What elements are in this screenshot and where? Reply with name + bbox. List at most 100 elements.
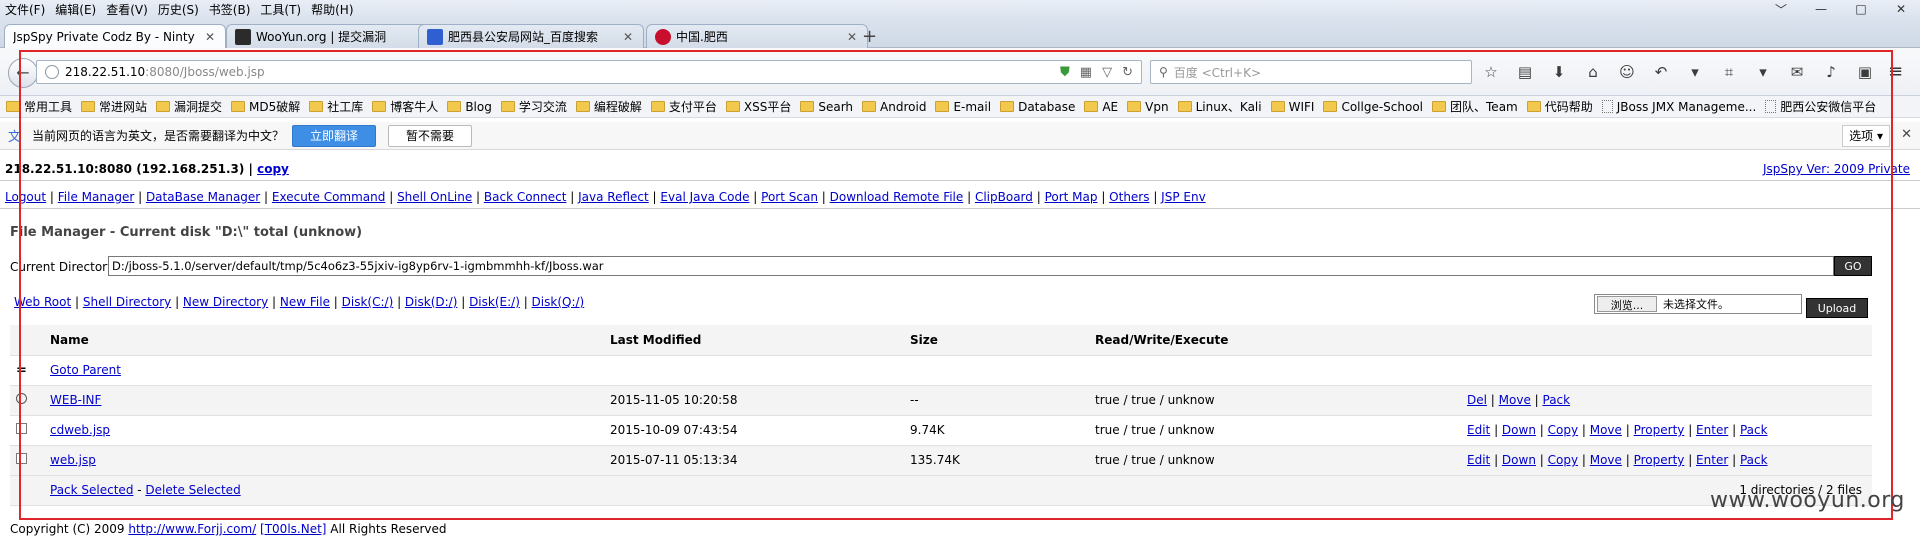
bookmark-item[interactable]: 肥西公安微信平台 <box>1765 98 1876 115</box>
action-enter-link[interactable]: Enter <box>1696 453 1728 467</box>
file-name-link[interactable]: web.jsp <box>50 453 96 467</box>
tab-jspspy[interactable]: JspSpy Private Codz By - Ninty ✕ <box>4 24 226 49</box>
action-copy-link[interactable]: Copy <box>1548 453 1578 467</box>
bookmark-item[interactable]: WIFI <box>1270 100 1314 114</box>
translate-now-button[interactable]: 立即翻译 <box>292 124 377 147</box>
bookmark-item[interactable]: Linux、Kali <box>1177 98 1262 115</box>
bookmark-item[interactable]: 常用工具 <box>6 98 72 115</box>
delete-selected-link[interactable]: Delete Selected <box>145 483 240 497</box>
nav-link-others[interactable]: Others <box>1109 190 1149 204</box>
menu-file[interactable]: 文件(F) <box>0 1 50 18</box>
search-bar[interactable]: ⚲ 百度 <Ctrl+K> <box>1150 60 1472 84</box>
shield-icon[interactable]: ⛊ <box>1060 65 1070 80</box>
menu-edit[interactable]: 编辑(E) <box>50 1 101 18</box>
dir-link-disk-d[interactable]: Disk(D:/) <box>405 295 457 309</box>
action-enter-link[interactable]: Enter <box>1696 423 1728 437</box>
dir-link-web-root[interactable]: Web Root <box>14 295 71 309</box>
nav-link-execute-command[interactable]: Execute Command <box>272 190 385 204</box>
pack-selected-link[interactable]: Pack Selected <box>50 483 133 497</box>
bookmark-item[interactable]: Searh <box>800 100 853 114</box>
nav-link-file-manager[interactable]: File Manager <box>58 190 135 204</box>
browse-button[interactable]: 浏览... <box>1597 296 1657 312</box>
close-window-button[interactable]: ✕ <box>1888 2 1914 16</box>
close-icon[interactable]: ✕ <box>621 30 635 44</box>
menu-history[interactable]: 历史(S) <box>153 1 204 18</box>
bookmark-item[interactable]: 漏洞提交 <box>156 98 222 115</box>
go-button[interactable]: GO <box>1834 256 1872 276</box>
options-button[interactable]: 选项 ▾ <box>1842 125 1890 147</box>
menu-icon[interactable]: ≡ <box>1888 61 1903 82</box>
dropdown-arrow-icon[interactable]: ▾ <box>1684 61 1706 83</box>
menu-tools[interactable]: 工具(T) <box>255 1 306 18</box>
dir-link-disk-q[interactable]: Disk(Q:/) <box>532 295 585 309</box>
bookmark-item[interactable]: 支付平台 <box>650 98 717 115</box>
site-info-icon[interactable] <box>45 65 59 79</box>
dir-link-shell-directory[interactable]: Shell Directory <box>83 295 171 309</box>
menu-bookmarks[interactable]: 书签(B) <box>204 1 256 18</box>
bookmark-item[interactable]: Blog <box>447 100 492 114</box>
row-checkbox[interactable] <box>16 423 27 434</box>
goto-parent-link[interactable]: Goto Parent <box>50 363 121 377</box>
directory-radio[interactable] <box>16 393 27 404</box>
close-icon[interactable]: ✕ <box>1901 127 1912 142</box>
bookmark-item[interactable]: 常进网站 <box>81 98 147 115</box>
menu-help[interactable]: 帮助(H) <box>306 1 358 18</box>
copy-link[interactable]: copy <box>257 162 289 176</box>
bookmark-item[interactable]: Collge-School <box>1323 100 1423 114</box>
address-bar[interactable]: 218.22.51.10 :8080/Jboss/web.jsp ⛊ ▦ ▽ ↻ <box>36 60 1142 84</box>
t00ls-link[interactable]: [T00ls.Net] <box>260 522 326 536</box>
bookmark-item[interactable]: 博客牛人 <box>372 98 438 115</box>
minimize-button[interactable]: — <box>1808 2 1834 16</box>
nav-link-eval-java-code[interactable]: Eval Java Code <box>660 190 749 204</box>
undo-icon[interactable]: ↶ <box>1650 61 1672 83</box>
file-name-link[interactable]: WEB-INF <box>50 393 101 407</box>
new-tab-icon[interactable]: + <box>862 26 877 47</box>
nav-link-logout[interactable]: Logout <box>5 190 46 204</box>
dir-link-disk-e[interactable]: Disk(E:/) <box>469 295 520 309</box>
message-icon[interactable]: ✉ <box>1786 61 1808 83</box>
action-move-link[interactable]: Move <box>1590 453 1622 467</box>
bookmark-star-icon[interactable]: ☆ <box>1480 61 1502 83</box>
close-icon[interactable]: ✕ <box>845 30 859 44</box>
version-link[interactable]: JspSpy Ver: 2009 Private <box>1763 162 1910 176</box>
tab-baidu-search[interactable]: 肥西县公安局网站_百度搜索 ✕ <box>418 24 644 48</box>
nav-link-port-scan[interactable]: Port Scan <box>761 190 818 204</box>
action-copy-link[interactable]: Copy <box>1548 423 1578 437</box>
nav-link-download-remote-file[interactable]: Download Remote File <box>830 190 964 204</box>
home-icon[interactable]: ⌂ <box>1582 61 1604 83</box>
tab-list-icon[interactable]: ﹀ <box>1768 1 1794 18</box>
nav-link-jsp-env[interactable]: JSP Env <box>1161 190 1206 204</box>
action-del-link[interactable]: Del <box>1467 393 1487 407</box>
dir-link-new-directory[interactable]: New Directory <box>183 295 268 309</box>
back-button[interactable]: ← <box>8 58 38 88</box>
bookmark-item[interactable]: 编程破解 <box>575 98 642 115</box>
reload-icon[interactable]: ↻ <box>1122 65 1133 80</box>
bookmark-item[interactable]: AE <box>1084 100 1118 114</box>
action-move-link[interactable]: Move <box>1590 423 1622 437</box>
speaker-icon[interactable]: ♪ <box>1820 61 1842 83</box>
bookmark-item[interactable]: Android <box>862 100 926 114</box>
current-directory-input[interactable] <box>108 256 1834 276</box>
dropdown-arrow-icon[interactable]: ▽ <box>1102 65 1112 80</box>
action-pack-link[interactable]: Pack <box>1740 423 1768 437</box>
nav-link-java-reflect[interactable]: Java Reflect <box>578 190 649 204</box>
bookmark-item[interactable]: Database <box>1000 100 1075 114</box>
bookmark-item[interactable]: 学习交流 <box>500 98 567 115</box>
file-name-link[interactable]: cdweb.jsp <box>50 423 110 437</box>
bookmark-item[interactable]: 社工库 <box>309 98 363 115</box>
file-input[interactable]: 浏览... 未选择文件。 <box>1594 294 1802 314</box>
maximize-button[interactable]: □ <box>1848 2 1874 16</box>
bookmark-item[interactable]: Vpn <box>1127 100 1169 114</box>
screenshot-icon[interactable]: ▣ <box>1854 61 1876 83</box>
nav-link-database-manager[interactable]: DataBase Manager <box>146 190 260 204</box>
nav-link-port-map[interactable]: Port Map <box>1045 190 1098 204</box>
bookmark-item[interactable]: XSS平台 <box>725 98 791 115</box>
action-edit-link[interactable]: Edit <box>1467 453 1490 467</box>
nav-link-back-connect[interactable]: Back Connect <box>484 190 567 204</box>
bookmark-item[interactable]: 团队、Team <box>1432 98 1518 115</box>
action-edit-link[interactable]: Edit <box>1467 423 1490 437</box>
reading-list-icon[interactable]: ▤ <box>1514 61 1536 83</box>
action-property-link[interactable]: Property <box>1634 453 1685 467</box>
bookmark-item[interactable]: JBoss JMX Manageme... <box>1601 100 1756 114</box>
crop-icon[interactable]: ⌗ <box>1718 61 1740 83</box>
